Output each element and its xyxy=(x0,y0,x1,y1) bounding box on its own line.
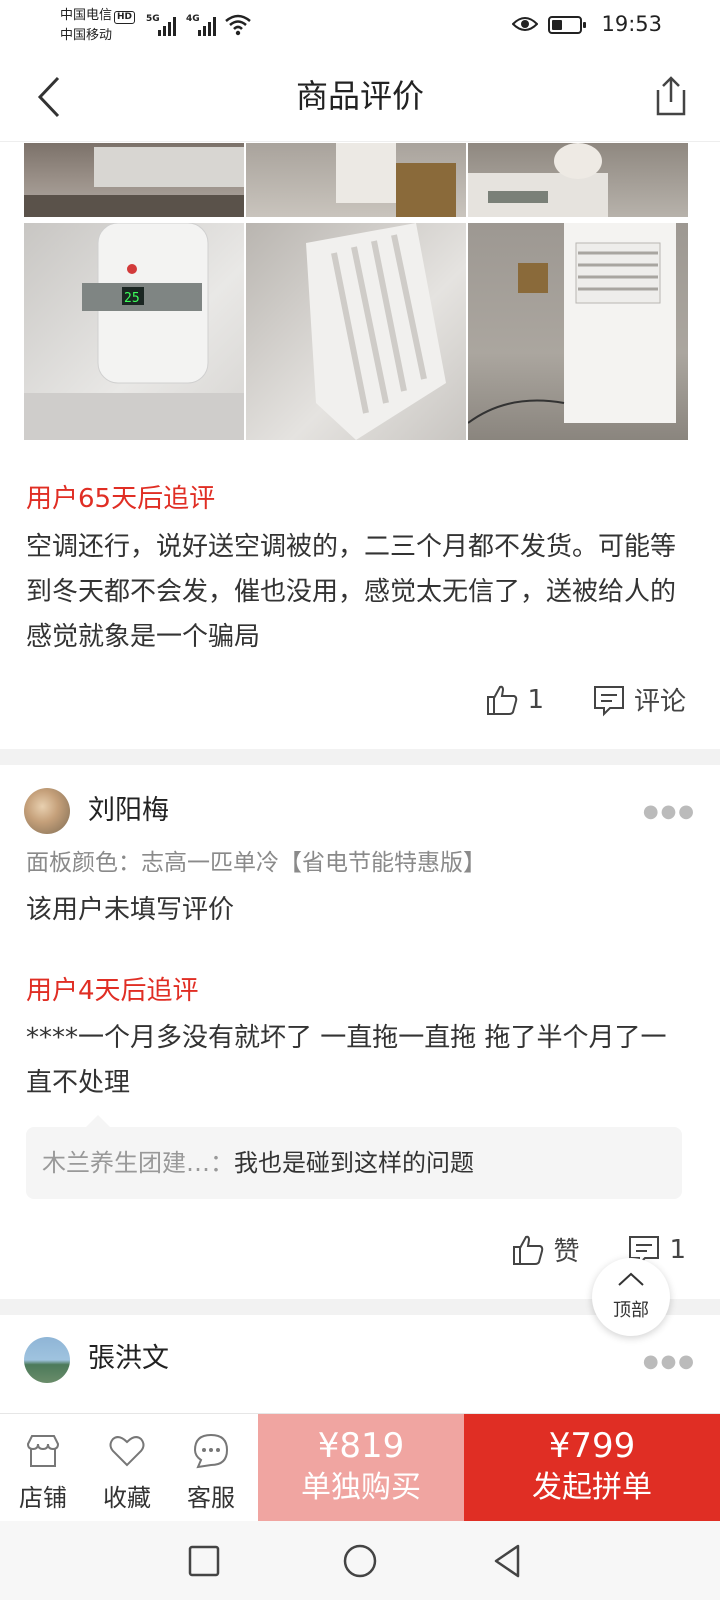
review-actions: 赞 1 xyxy=(511,1231,686,1268)
reply-comment[interactable]: 木兰养生团建…：我也是碰到这样的问题 xyxy=(26,1115,682,1199)
username[interactable]: 張洪文 xyxy=(88,1339,169,1379)
wifi-icon xyxy=(225,14,251,36)
comment-count: 1 xyxy=(669,1234,686,1265)
nav-header: 商品评价 xyxy=(0,52,720,142)
review-photo[interactable] xyxy=(24,143,244,217)
service-label: 客服 xyxy=(187,1484,235,1512)
favorite-button[interactable]: 收藏 xyxy=(84,1414,170,1522)
signal-5g-icon: 5G xyxy=(146,14,176,36)
more-options-icon[interactable]: ●●● xyxy=(643,1351,696,1372)
customer-service-button[interactable]: 客服 xyxy=(168,1414,254,1522)
follow-up-text: ****一个月多没有就坏了 一直拖一直拖 拖了半个月了一直不处理 xyxy=(26,1023,667,1098)
review-text: 该用户未填写评价 xyxy=(26,895,235,925)
chat-bubble-icon xyxy=(193,1433,229,1469)
chevron-up-icon xyxy=(618,1272,644,1286)
username[interactable]: 刘阳梅 xyxy=(88,791,169,831)
comment-icon xyxy=(593,685,624,716)
single-label: 单独购买 xyxy=(301,1470,421,1505)
review-photo[interactable] xyxy=(246,223,466,440)
reply-text: 我也是碰到这样的问题 xyxy=(234,1149,474,1177)
buy-alone-button[interactable]: ¥819 单独购买 xyxy=(258,1414,464,1522)
signal-4g-icon: 4G xyxy=(186,14,216,36)
comment-label: 评论 xyxy=(633,687,686,717)
review-photo[interactable] xyxy=(468,223,688,440)
favorite-label: 收藏 xyxy=(103,1484,151,1512)
review-actions: 1 评论 xyxy=(485,681,686,718)
carrier-info: 中国电信 HD 中国移动 xyxy=(60,6,136,46)
carrier-2: 中国移动 xyxy=(60,28,113,43)
single-price: ¥819 xyxy=(317,1426,405,1466)
follow-up-label: 用户4天后追评 xyxy=(26,976,199,1006)
review-list[interactable]: 25 用户65天后追评 空调还行，说好送空调被的，二三个月都不发货。可能等到冬天… xyxy=(0,143,720,1413)
clock: 19:53 xyxy=(601,12,662,36)
like-count: 1 xyxy=(527,684,544,715)
follow-up-label: 用户65天后追评 xyxy=(26,484,216,514)
battery-icon xyxy=(548,16,586,34)
thumbs-up-icon xyxy=(513,1235,544,1265)
thumbs-up-icon xyxy=(487,685,518,715)
heart-icon xyxy=(109,1436,145,1467)
ac-display-reading: 25 xyxy=(124,291,140,306)
section-divider xyxy=(0,749,720,765)
home-icon[interactable] xyxy=(340,1541,380,1581)
follow-up-text: 空调还行，说好送空调被的，二三个月都不发货。可能等到冬天都不会发，催也没用，感觉… xyxy=(26,532,677,652)
carrier-1: 中国电信 xyxy=(60,8,113,23)
shop-label: 店铺 xyxy=(19,1484,67,1512)
back-to-top-label: 顶部 xyxy=(613,1300,649,1321)
back-icon[interactable] xyxy=(488,1541,528,1581)
system-nav-bar xyxy=(0,1521,720,1600)
more-options-icon[interactable]: ●●● xyxy=(643,801,696,822)
like-button[interactable]: 赞 xyxy=(511,1231,579,1268)
recent-apps-icon[interactable] xyxy=(184,1541,224,1581)
reply-user: 木兰养生团建…： xyxy=(42,1149,234,1177)
avatar[interactable] xyxy=(24,788,70,834)
review-photo[interactable]: 25 xyxy=(24,223,244,440)
back-to-top-button[interactable]: 顶部 xyxy=(592,1258,670,1336)
avatar[interactable] xyxy=(24,1337,70,1383)
like-label: 赞 xyxy=(553,1237,580,1267)
review-photo[interactable] xyxy=(468,143,688,217)
review-photo[interactable] xyxy=(246,143,466,217)
page-title: 商品评价 xyxy=(295,77,424,115)
shop-button[interactable]: 店铺 xyxy=(0,1414,86,1522)
bottom-action-bar: 店铺 收藏 客服 ¥819 单独购买 ¥799 发起拼单 xyxy=(0,1413,720,1522)
comment-button[interactable]: 评论 xyxy=(592,681,686,718)
group-label: 发起拼单 xyxy=(532,1470,652,1505)
share-icon[interactable] xyxy=(650,74,690,118)
product-spec: 面板颜色：志高一匹单冷【省电节能特惠版】 xyxy=(26,850,486,876)
status-bar: 中国电信 HD 中国移动 5G 4G 19:53 xyxy=(0,0,720,52)
shop-icon xyxy=(26,1435,60,1467)
net-4g-label: 4G xyxy=(186,14,200,24)
hd-badge: HD xyxy=(114,11,136,24)
net-5g-label: 5G xyxy=(146,14,160,24)
group-buy-button[interactable]: ¥799 发起拼单 xyxy=(464,1414,720,1522)
like-button[interactable]: 1 xyxy=(485,683,544,717)
group-price: ¥799 xyxy=(548,1426,636,1466)
eye-comfort-icon xyxy=(512,17,538,31)
